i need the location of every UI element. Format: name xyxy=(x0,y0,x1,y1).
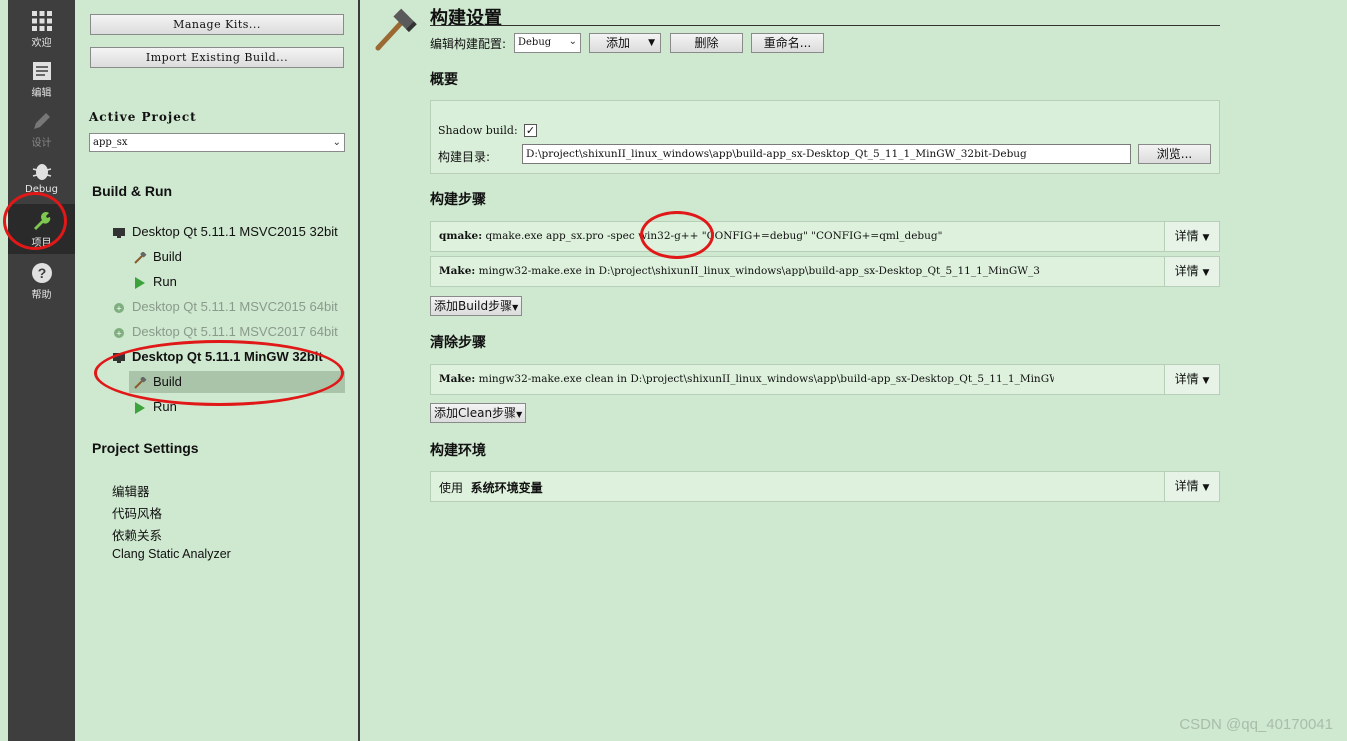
project-panel: Manage Kits... Import Existing Build... … xyxy=(75,0,359,741)
kit-run-item[interactable]: Run xyxy=(133,271,177,293)
dropdown-arrow-icon: ▼ xyxy=(512,303,519,312)
build-settings-main: 构建设置 编辑构建配置: Debug ⌄ 添加 ▼ 删除 重命名... 概要 S… xyxy=(360,0,1347,741)
chevron-down-icon: ⌄ xyxy=(332,137,341,148)
mode-edit[interactable]: 编辑 xyxy=(8,54,75,104)
bug-icon xyxy=(32,164,51,180)
mode-help[interactable]: ? 帮助 xyxy=(8,256,75,306)
build-env-heading: 构建环境 xyxy=(430,443,486,459)
play-icon xyxy=(135,401,145,414)
mode-debug[interactable]: Debug xyxy=(8,154,75,204)
svg-text:?: ? xyxy=(37,265,46,281)
mode-label: 欢迎 xyxy=(31,38,52,49)
dropdown-arrow-icon: ▼ xyxy=(648,38,655,48)
hammer-icon xyxy=(134,376,147,389)
settings-item-editor[interactable]: 编辑器 xyxy=(112,481,150,500)
add-kit-icon: + xyxy=(114,327,124,338)
mode-projects[interactable]: 项目 xyxy=(8,204,75,254)
settings-item-dependencies[interactable]: 依赖关系 xyxy=(112,525,162,544)
build-config-select[interactable]: Debug ⌄ xyxy=(514,33,581,53)
kit-build-item-selected[interactable]: Build xyxy=(129,371,345,393)
shadow-build-checkbox[interactable]: ✓ xyxy=(524,124,537,137)
edit-config-label: 编辑构建配置: xyxy=(430,37,507,51)
wrench-icon xyxy=(33,212,50,230)
details-button[interactable]: 详情 ▼ xyxy=(1164,472,1219,501)
details-button[interactable]: 详情 ▼ xyxy=(1164,365,1219,394)
build-dir-label: 构建目录: xyxy=(438,150,491,164)
mode-label: 编辑 xyxy=(31,88,52,99)
details-button[interactable]: 详情 ▼ xyxy=(1164,222,1219,251)
svg-text:+: + xyxy=(116,303,121,313)
left-gutter xyxy=(0,0,8,741)
step-text: Make: mingw32-make.exe in D:\project\shi… xyxy=(439,265,1040,277)
hammer-icon xyxy=(134,251,147,264)
kit-item-active[interactable]: Desktop Qt 5.11.1 MinGW 32bit xyxy=(112,346,323,368)
overview-heading: 概要 xyxy=(430,72,458,88)
build-steps-heading: 构建步骤 xyxy=(430,192,486,208)
dropdown-arrow-icon: ▼ xyxy=(516,410,523,419)
add-clean-step-button[interactable]: 添加Clean步骤▼ xyxy=(430,403,527,423)
step-text: Make: mingw32-make.exe clean in D:\proje… xyxy=(439,373,1054,385)
dropdown-arrow-icon: ▼ xyxy=(1202,376,1210,386)
mode-label: 项目 xyxy=(31,238,52,249)
build-dir-input[interactable]: D:\project\shixunII_linux_windows\app\bu… xyxy=(522,144,1131,164)
import-build-button[interactable]: Import Existing Build... xyxy=(90,47,344,68)
kit-item[interactable]: + Desktop Qt 5.11.1 MSVC2017 64bit xyxy=(112,321,338,343)
kit-item[interactable]: + Desktop Qt 5.11.1 MSVC2015 64bit xyxy=(112,296,338,318)
mode-label: 设计 xyxy=(31,138,52,149)
add-build-step-button[interactable]: 添加Build步骤▼ xyxy=(430,296,523,316)
kit-build-item[interactable]: Build xyxy=(133,246,182,268)
env-text: 使用 系统环境变量 xyxy=(439,481,543,495)
page-title: 构建设置 xyxy=(430,8,502,29)
mode-welcome[interactable]: 欢迎 xyxy=(8,4,75,54)
watermark: CSDN @qq_40170041 xyxy=(1179,716,1333,733)
active-project-value: app_sx xyxy=(93,137,128,148)
active-project-heading: Active Project xyxy=(89,110,197,124)
rename-config-button[interactable]: 重命名... xyxy=(751,33,824,53)
dropdown-arrow-icon: ▼ xyxy=(1202,268,1210,278)
monitor-icon xyxy=(113,227,125,238)
build-step-make[interactable]: Make: mingw32-make.exe in D:\project\shi… xyxy=(430,256,1220,287)
hammer-icon xyxy=(375,8,417,51)
step-text: qmake: qmake.exe app_sx.pro -spec win32-… xyxy=(439,230,943,242)
clean-step-make[interactable]: Make: mingw32-make.exe clean in D:\proje… xyxy=(430,364,1220,395)
browse-button[interactable]: 浏览... xyxy=(1138,144,1211,164)
mode-sidebar: 欢迎 编辑 设计 Debug 项目 ? 帮助 xyxy=(8,0,75,741)
build-run-heading: Build & Run xyxy=(92,183,173,199)
dropdown-arrow-icon: ▼ xyxy=(1202,233,1210,243)
shadow-build-label: Shadow build: xyxy=(438,124,518,137)
chevron-down-icon: ⌄ xyxy=(568,36,577,47)
grid-icon xyxy=(31,11,52,31)
play-icon xyxy=(135,276,145,289)
details-button[interactable]: 详情 ▼ xyxy=(1164,257,1219,286)
settings-item-clang-analyzer[interactable]: Clang Static Analyzer xyxy=(112,547,231,561)
overview-box: Shadow build: ✓ 构建目录: D:\project\shixunI… xyxy=(430,100,1220,174)
title-divider xyxy=(430,25,1220,26)
delete-config-button[interactable]: 删除 xyxy=(670,33,743,53)
document-icon xyxy=(32,62,51,80)
dropdown-arrow-icon: ▼ xyxy=(1202,483,1210,493)
pencil-icon xyxy=(33,113,50,129)
mode-label: Debug xyxy=(25,184,58,195)
project-settings-heading: Project Settings xyxy=(92,440,199,456)
add-config-button[interactable]: 添加 ▼ xyxy=(589,33,661,53)
monitor-icon xyxy=(113,352,125,363)
manage-kits-button[interactable]: Manage Kits... xyxy=(90,14,344,35)
build-env-row[interactable]: 使用 系统环境变量 详情 ▼ xyxy=(430,471,1220,502)
add-kit-icon: + xyxy=(114,302,124,313)
kit-run-item[interactable]: Run xyxy=(133,396,177,418)
mode-design[interactable]: 设计 xyxy=(8,104,75,154)
clean-steps-heading: 清除步骤 xyxy=(430,335,486,351)
svg-text:+: + xyxy=(116,328,121,338)
help-icon: ? xyxy=(31,263,52,283)
mode-label: 帮助 xyxy=(31,290,52,301)
build-config-value: Debug xyxy=(518,37,552,48)
settings-item-code-style[interactable]: 代码风格 xyxy=(112,503,162,522)
build-step-qmake[interactable]: qmake: qmake.exe app_sx.pro -spec win32-… xyxy=(430,221,1220,252)
kit-item[interactable]: Desktop Qt 5.11.1 MSVC2015 32bit xyxy=(112,221,338,243)
active-project-select[interactable]: app_sx ⌄ xyxy=(89,133,345,152)
